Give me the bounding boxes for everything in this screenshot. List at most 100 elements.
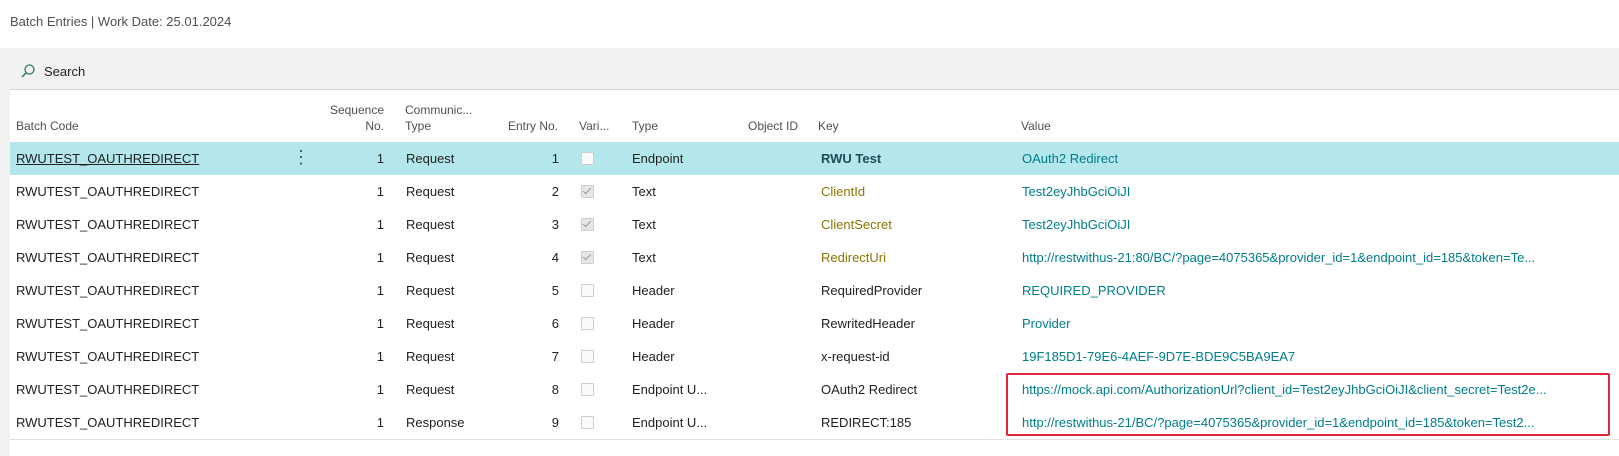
object-id-cell [748,406,808,439]
batch-code-cell[interactable]: RWUTEST_OAUTHREDIRECT [16,307,286,340]
header-sequence-no-line2: No. [365,119,384,133]
entry-no-cell: 7 [551,349,559,364]
key-cell: REDIRECT:185 [821,415,912,430]
header-value[interactable]: Value [1021,118,1051,134]
header-communication-type-line1: Communic... [405,103,473,117]
object-id-cell [748,373,808,406]
value-cell[interactable]: OAuth2 Redirect [1022,142,1618,175]
entry-no-cell: 1 [551,151,559,166]
type-cell: Endpoint U... [632,415,708,430]
communication-type-cell: Request [406,283,455,298]
batch-code-cell[interactable]: RWUTEST_OAUTHREDIRECT [16,175,286,208]
object-id-cell [748,208,808,241]
entry-no-cell: 8 [551,382,559,397]
grid-header: Batch Code Sequence No. Communic... Type… [10,90,1619,143]
sequence-no-cell: 1 [376,349,384,364]
variable-checkbox[interactable] [581,251,594,264]
header-variable[interactable]: Vari... [579,118,609,134]
type-cell: Header [632,316,675,331]
value-cell[interactable]: Provider [1022,307,1618,340]
value-cell[interactable]: 19F185D1-79E6-4AEF-9D7E-BDE9C5BA9EA7 [1022,340,1618,373]
table-row[interactable]: RWUTEST_OAUTHREDIRECT 1 Response 9 Endpoint … [10,406,1619,440]
key-cell: ClientSecret [821,217,892,232]
header-sequence-no[interactable]: Sequence No. [310,102,384,134]
batch-code-cell[interactable]: RWUTEST_OAUTHREDIRECT [16,241,286,274]
type-cell: Text [632,250,656,265]
sequence-no-cell: 1 [376,151,384,166]
search-icon [20,63,36,79]
sequence-no-cell: 1 [376,283,384,298]
batch-code-cell[interactable]: RWUTEST_OAUTHREDIRECT [16,373,286,406]
type-cell: Endpoint [632,151,684,166]
page-title: Batch Entries | Work Date: 25.01.2024 [10,14,232,29]
value-cell[interactable]: http://restwithus-21:80/BC/?page=4075365… [1022,241,1618,274]
header-entry-no[interactable]: Entry No. [490,118,558,134]
batch-code-cell[interactable]: RWUTEST_OAUTHREDIRECT [16,208,286,241]
variable-checkbox[interactable] [581,218,594,231]
table-row[interactable]: RWUTEST_OAUTHREDIRECT 1 Request 5 Header Requ… [10,274,1619,308]
table-row[interactable]: RWUTEST_OAUTHREDIRECT 1 Request 2 Text Client… [10,175,1619,209]
header-communication-type[interactable]: Communic... Type [405,102,472,134]
sequence-no-cell: 1 [376,316,384,331]
type-cell: Header [632,349,675,364]
batch-code-cell[interactable]: RWUTEST_OAUTHREDIRECT [16,142,286,175]
header-key[interactable]: Key [818,118,839,134]
communication-type-cell: Request [406,349,455,364]
key-cell: RedirectUri [821,250,887,265]
search-button[interactable]: Search [20,61,85,81]
batch-code-cell[interactable]: RWUTEST_OAUTHREDIRECT [16,340,286,373]
object-id-cell [748,241,808,274]
table-row[interactable]: RWUTEST_OAUTHREDIRECT 1 Request 4 Text Redire… [10,241,1619,275]
entry-no-cell: 5 [551,283,559,298]
communication-type-cell: Request [406,382,455,397]
value-cell[interactable]: Test2eyJhbGciOiJI [1022,175,1618,208]
key-cell: RewritedHeader [821,316,915,331]
communication-type-cell: Request [406,316,455,331]
variable-checkbox[interactable] [581,350,594,363]
key-cell: x-request-id [821,349,890,364]
table-row[interactable]: RWUTEST_OAUTHREDIRECT ⋮ 1 Request 1 Endpoint R… [10,142,1619,176]
communication-type-cell: Request [406,250,455,265]
sequence-no-cell: 1 [376,250,384,265]
communication-type-cell: Request [406,184,455,199]
variable-checkbox[interactable] [581,416,594,429]
header-communication-type-line2: Type [405,119,432,133]
value-cell[interactable]: http://restwithus-21/BC/?page=4075365&pr… [1022,406,1618,439]
sequence-no-cell: 1 [376,217,384,232]
value-cell[interactable]: Test2eyJhbGciOiJI [1022,208,1618,241]
table-row[interactable]: RWUTEST_OAUTHREDIRECT 1 Request 7 Header x-re… [10,340,1619,374]
type-cell: Header [632,283,675,298]
table-row[interactable]: RWUTEST_OAUTHREDIRECT 1 Request 6 Header Rewr… [10,307,1619,341]
header-object-id[interactable]: Object ID [748,118,798,134]
communication-type-cell: Request [406,217,455,232]
communication-type-cell: Request [406,151,455,166]
variable-checkbox[interactable] [581,284,594,297]
batch-code-cell[interactable]: RWUTEST_OAUTHREDIRECT [16,406,286,439]
sequence-no-cell: 1 [376,415,384,430]
variable-checkbox[interactable] [581,152,594,165]
sequence-no-cell: 1 [376,382,384,397]
header-batch-code[interactable]: Batch Code [16,118,79,134]
entry-no-cell: 2 [551,184,559,199]
value-cell[interactable]: https://mock.api.com/AuthorizationUrl?cl… [1022,373,1618,406]
entry-no-cell: 9 [551,415,559,430]
variable-checkbox[interactable] [581,185,594,198]
key-cell: OAuth2 Redirect [821,382,918,397]
type-cell: Text [632,217,656,232]
variable-checkbox[interactable] [581,317,594,330]
key-cell: ClientId [821,184,866,199]
object-id-cell [748,142,808,175]
table-row[interactable]: RWUTEST_OAUTHREDIRECT 1 Request 3 Text Client… [10,208,1619,242]
value-cell[interactable]: REQUIRED_PROVIDER [1022,274,1618,307]
row-actions-icon[interactable]: ⋮ [292,142,310,175]
entry-no-cell: 4 [551,250,559,265]
key-cell: RWU Test [821,151,882,166]
batch-code-cell[interactable]: RWUTEST_OAUTHREDIRECT [16,274,286,307]
variable-checkbox[interactable] [581,383,594,396]
table-row[interactable]: RWUTEST_OAUTHREDIRECT 1 Request 8 Endpoint U… [10,373,1619,407]
header-type[interactable]: Type [632,118,658,134]
search-label: Search [44,63,86,79]
key-cell: RequiredProvider [821,283,923,298]
title-bar: Batch Entries | Work Date: 25.01.2024 [0,0,1619,48]
sequence-no-cell: 1 [376,184,384,199]
